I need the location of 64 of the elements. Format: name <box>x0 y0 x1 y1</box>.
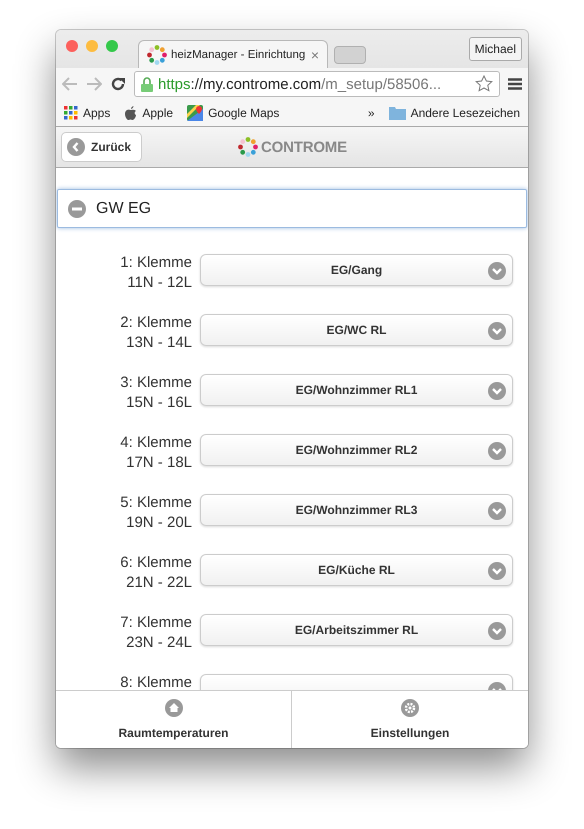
profile-button[interactable]: Michael <box>468 37 522 61</box>
select-value: EG/Arbeitszimmer RL <box>294 623 418 637</box>
terminal-label: 7: Klemme 23N - 24L <box>119 613 192 653</box>
maximize-icon[interactable] <box>106 40 118 52</box>
terminal-label: 1: Klemme 11N - 12L <box>119 253 192 293</box>
bookmark-link[interactable]: Apps <box>83 106 110 120</box>
select-value: EG/Wohnzimmer RL2 <box>296 443 418 457</box>
room-select[interactable]: EG/WC RL <box>200 314 513 346</box>
select-value: EG/Wohnzimmer RL1 <box>296 383 418 397</box>
back-arrow-icon[interactable] <box>62 77 78 91</box>
home-icon <box>164 699 182 717</box>
terminal-label: 8: Klemme <box>119 673 192 690</box>
tab-close[interactable]: × <box>310 46 319 62</box>
select-value: EG/WC RL <box>326 323 386 337</box>
collapsible-header[interactable]: GW EG <box>57 189 527 228</box>
chevron-left-icon <box>67 138 85 156</box>
logo-icon <box>147 44 167 64</box>
forward-arrow-icon[interactable] <box>86 77 102 91</box>
bookmark-link[interactable]: Apple <box>142 106 174 120</box>
room-select[interactable]: EG/Arbeitszimmer RL <box>200 614 513 646</box>
more-bookmarks[interactable]: » <box>368 106 375 120</box>
room-select[interactable]: EG/Küche RL <box>200 554 513 586</box>
logo-text: CONTROME <box>261 138 347 156</box>
browser-tab[interactable]: heizManager - Einrichtung × <box>138 40 328 68</box>
bookmark-link[interactable]: Google Maps <box>208 106 280 120</box>
footer-tab[interactable]: Raumtemperaturen <box>56 691 292 748</box>
room-select[interactable]: EG/Wohnzimmer RL2 <box>200 434 513 466</box>
chevron-down-icon <box>488 322 506 340</box>
apple-icon <box>124 106 138 120</box>
logo-icon <box>238 137 258 157</box>
bookmark-folder[interactable]: Andere Lesezeichen <box>410 106 520 120</box>
chevron-down-icon <box>488 562 506 580</box>
lock-icon <box>141 76 153 92</box>
terminal-label: 6: Klemme 21N - 22L <box>119 553 192 593</box>
terminal-label: 3: Klemme 15N - 16L <box>119 373 192 413</box>
folder-icon <box>388 106 406 120</box>
room-select[interactable]: EG/Wohnzimmer RL3 <box>200 494 513 526</box>
terminal-label: 5: Klemme 19N - 20L <box>119 493 192 533</box>
chevron-down-icon <box>488 382 506 400</box>
settings-icon <box>401 699 419 717</box>
chevron-down-icon <box>488 502 506 520</box>
room-select[interactable]: EG/Wohnzimmer RL1 <box>200 374 513 406</box>
terminal-label: 4: Klemme 17N - 18L <box>119 433 192 473</box>
star-icon[interactable] <box>475 75 493 93</box>
tab-title: heizManager - Einrichtung <box>171 48 306 60</box>
reload-icon[interactable] <box>110 76 126 92</box>
url-text: https://my.controme.com/m_setup/58506... <box>158 76 442 92</box>
map-icon <box>187 105 204 121</box>
address-bar[interactable]: https://my.controme.com/m_setup/58506... <box>134 71 500 97</box>
back-button[interactable]: Zurück <box>61 132 142 162</box>
select-value: EG/Gang <box>330 263 382 277</box>
terminal-label: 2: Klemme 13N - 14L <box>119 313 192 353</box>
new-tab-button[interactable] <box>334 46 366 64</box>
grid-icon <box>64 106 78 120</box>
minus-icon <box>68 200 86 218</box>
room-select[interactable]: EG/Gang <box>200 254 513 286</box>
select-value: EG/Wohnzimmer RL3 <box>296 503 418 517</box>
close-icon[interactable] <box>66 40 78 52</box>
chevron-down-icon <box>488 262 506 280</box>
minimize-icon[interactable] <box>86 40 98 52</box>
select-value: EG/Küche RL <box>318 563 395 577</box>
chevron-down-icon <box>488 442 506 460</box>
menu-icon[interactable] <box>508 78 522 90</box>
chevron-down-icon <box>488 622 506 640</box>
